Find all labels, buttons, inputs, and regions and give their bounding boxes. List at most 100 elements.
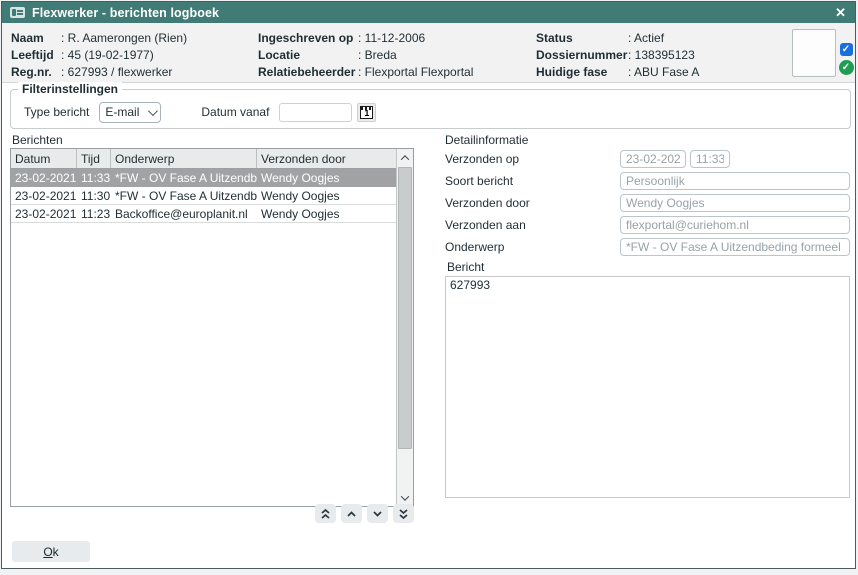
cell-onderwerp: *FW - OV Fase A Uitzendb... [111,189,257,203]
detail-row-onderwerp: Onderwerp [445,238,850,256]
filter-row: Type bericht E-mail Datum vanaf 1 [11,90,850,128]
field-value: 11-12-2006 [358,31,425,45]
contact-card-icon [10,7,25,18]
cell-onderwerp: Backoffice@europlanit.nl [111,207,257,221]
calendar-icon: 1 [360,106,373,119]
field-label: Locatie [258,48,358,62]
double-chevron-up-icon [320,508,331,520]
bericht-textarea[interactable]: 627993 [445,276,850,498]
table-row[interactable]: 23-02-2021 11:23 Backoffice@europlanit.n… [11,205,396,223]
field-value: Breda [358,48,397,62]
bericht-label: Bericht [447,260,850,274]
col-header-verzonden-door[interactable]: Verzonden door [257,149,396,168]
last-record-button[interactable] [393,504,414,523]
scrollbar-thumb[interactable] [398,167,412,449]
verzonden-op-date-field[interactable] [620,150,686,168]
field-label: Reg.nr. [11,65,61,79]
berichten-title: Berichten [12,133,63,147]
col-header-tijd[interactable]: Tijd [77,149,111,168]
field-value: 45 (19-02-1977) [61,48,154,62]
scrollbar-track[interactable] [397,450,413,489]
chevron-down-icon [372,510,383,518]
detail-title: Detailinformatie [445,133,528,147]
close-icon[interactable]: ✕ [835,6,846,19]
blue-checkbox-icon[interactable]: ✓ [840,43,853,56]
detail-panel: Verzonden op Soort bericht Verzonden doo… [445,150,850,501]
soort-bericht-field[interactable] [620,172,850,190]
scroll-up-icon[interactable] [397,149,413,166]
field-label: Status [536,31,628,45]
ok-button[interactable]: Ok [12,541,90,562]
verzonden-aan-field[interactable] [620,216,850,234]
cell-onderwerp: *FW - OV Fase A Uitzendb... [111,171,257,185]
field-label: Huidige fase [536,65,628,79]
previous-record-button[interactable] [341,504,362,523]
datum-vanaf-label: Datum vanaf [201,105,269,119]
list-scrollbar[interactable] [396,149,413,506]
berichten-table: Datum Tijd Onderwerp Verzonden door 23-0… [11,149,396,506]
status-flags: ✓ ✓ [838,43,854,75]
first-record-button[interactable] [315,504,336,523]
field-label: Relatiebeheerder [258,65,358,79]
datum-vanaf-input[interactable] [279,103,352,122]
chevron-up-icon [346,510,357,518]
detail-row-verzonden-op: Verzonden op [445,150,850,168]
detail-row-verzonden-aan: Verzonden aan [445,216,850,234]
col-header-onderwerp[interactable]: Onderwerp [111,149,257,168]
cell-verzonden-door: Wendy Oogjes [257,207,396,221]
double-chevron-down-icon [398,508,409,520]
field-label: Dossiernummer [536,48,628,62]
col-header-datum[interactable]: Datum [11,149,77,168]
next-record-button[interactable] [367,504,388,523]
cell-tijd: 11:23 [77,207,111,221]
verzonden-aan-label: Verzonden aan [445,218,620,232]
flexwerker-log-window: Flexwerker - berichten logboek ✕ NaamR. … [1,1,856,569]
field-value: Flexportal Flexportal [358,65,473,79]
person-info-header: NaamR. Aamerongen (Rien) Leeftijd45 (19-… [2,23,855,83]
table-row[interactable]: 23-02-2021 11:33 *FW - OV Fase A Uitzend… [11,169,396,187]
detail-row-verzonden-door: Verzonden door [445,194,850,212]
cell-tijd: 11:30 [77,189,111,203]
field-value: ABU Fase A [628,65,699,79]
verzonden-op-label: Verzonden op [445,152,620,166]
verzonden-door-label: Verzonden door [445,196,620,210]
chevron-down-icon [148,106,158,116]
field-label: Ingeschreven op [258,31,358,45]
table-header-row: Datum Tijd Onderwerp Verzonden door [11,149,396,169]
verzonden-op-time-field[interactable] [690,150,730,168]
table-row[interactable]: 23-02-2021 11:30 *FW - OV Fase A Uitzend… [11,187,396,205]
type-bericht-select[interactable]: E-mail [99,102,161,123]
person-info-col2: Ingeschreven op11-12-2006 LocatieBreda R… [258,30,473,81]
onderwerp-field[interactable] [620,238,850,256]
green-check-icon: ✓ [839,60,854,75]
window-title: Flexwerker - berichten logboek [32,6,219,20]
cell-datum: 23-02-2021 [11,171,77,185]
person-info-col3: StatusActief Dossiernummer138395123 Huid… [536,30,699,81]
berichten-list: Datum Tijd Onderwerp Verzonden door 23-0… [10,148,414,507]
field-label: Naam [11,31,61,45]
type-bericht-label: Type bericht [24,105,89,119]
calendar-button[interactable]: 1 [357,103,376,122]
ok-button-label: Ok [12,545,90,559]
detail-row-soort-bericht: Soort bericht [445,172,850,190]
soort-bericht-label: Soort bericht [445,174,620,188]
field-label: Leeftijd [11,48,61,62]
field-value: 138395123 [628,48,695,62]
cell-verzonden-door: Wendy Oogjes [257,171,396,185]
type-bericht-value: E-mail [105,105,148,119]
field-value: 627993 / flexwerker [61,65,172,79]
filter-settings-group: Filterinstellingen Type bericht E-mail D… [10,89,851,129]
cell-datum: 23-02-2021 [11,207,77,221]
field-value: Actief [628,31,664,45]
record-navigation [312,504,414,523]
cell-verzonden-door: Wendy Oogjes [257,189,396,203]
verzonden-door-field[interactable] [620,194,850,212]
person-info-col1: NaamR. Aamerongen (Rien) Leeftijd45 (19-… [11,30,187,81]
field-value: R. Aamerongen (Rien) [61,31,187,45]
title-bar: Flexwerker - berichten logboek ✕ [2,2,855,23]
filter-legend: Filterinstellingen [18,82,122,96]
photo-placeholder [792,29,836,77]
onderwerp-label: Onderwerp [445,240,620,254]
cell-tijd: 11:33 [77,171,111,185]
cell-datum: 23-02-2021 [11,189,77,203]
